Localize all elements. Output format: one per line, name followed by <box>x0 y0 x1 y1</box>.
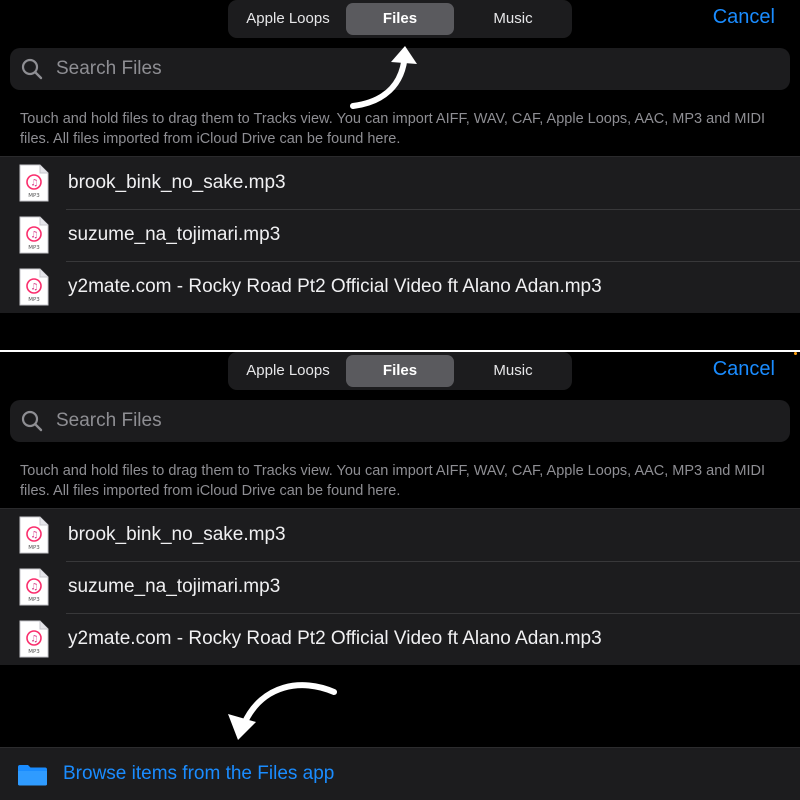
list-item[interactable]: ♫ MP3 brook_bink_no_sake.mp3 <box>0 509 800 561</box>
segmented-control: Apple Loops Files Music <box>228 352 572 390</box>
cancel-button[interactable]: Cancel <box>713 6 775 29</box>
tab-files[interactable]: Files <box>346 3 454 35</box>
mp3-badge: MP3 <box>28 597 40 603</box>
mp3-file-icon: ♫ MP3 <box>19 620 49 658</box>
mp3-file-icon: ♫ MP3 <box>19 516 49 554</box>
mp3-badge: MP3 <box>28 649 40 655</box>
file-name: brook_bink_no_sake.mp3 <box>68 172 286 193</box>
top-panel: Apple Loops Files Music Cancel Search Fi… <box>0 0 800 352</box>
search-icon <box>21 58 43 80</box>
mp3-file-icon: ♫ MP3 <box>19 568 49 606</box>
svg-text:♫: ♫ <box>30 179 38 189</box>
browse-label: Browse items from the Files app <box>63 763 335 784</box>
list-item[interactable]: ♫ MP3 suzume_na_tojimari.mp3 <box>0 209 800 261</box>
svg-text:♫: ♫ <box>30 283 38 293</box>
list-item[interactable]: ♫ MP3 suzume_na_tojimari.mp3 <box>0 561 800 613</box>
tab-music[interactable]: Music <box>458 355 568 387</box>
tab-apple-loops[interactable]: Apple Loops <box>232 3 344 35</box>
list-item[interactable]: ♫ MP3 y2mate.com - Rocky Road Pt2 Offici… <box>0 613 800 665</box>
tab-apple-loops[interactable]: Apple Loops <box>232 355 344 387</box>
mp3-badge: MP3 <box>28 297 40 303</box>
info-text: Touch and hold files to drag them to Tra… <box>20 111 765 147</box>
bottom-panel: Apple Loops Files Music Cancel Search Fi… <box>0 352 800 800</box>
svg-text:♫: ♫ <box>30 231 38 241</box>
svg-text:♫: ♫ <box>30 583 38 593</box>
tab-music[interactable]: Music <box>458 3 568 35</box>
file-name: suzume_na_tojimari.mp3 <box>68 224 281 245</box>
svg-text:♫: ♫ <box>30 531 38 541</box>
info-text: Touch and hold files to drag them to Tra… <box>20 463 765 499</box>
svg-text:♫: ♫ <box>30 635 38 645</box>
cancel-button[interactable]: Cancel <box>713 358 775 381</box>
mp3-badge: MP3 <box>28 545 40 551</box>
search-field[interactable]: Search Files <box>10 400 790 442</box>
file-name: suzume_na_tojimari.mp3 <box>68 576 281 597</box>
file-name: brook_bink_no_sake.mp3 <box>68 524 286 545</box>
mp3-badge: MP3 <box>28 193 40 199</box>
search-placeholder: Search Files <box>56 410 162 431</box>
tab-files[interactable]: Files <box>346 355 454 387</box>
mp3-badge: MP3 <box>28 245 40 251</box>
search-icon <box>21 410 43 432</box>
mp3-file-icon: ♫ MP3 <box>19 164 49 202</box>
file-list: ♫ MP3 brook_bink_no_sake.mp3 ♫ MP3 suzum… <box>0 156 800 313</box>
file-name: y2mate.com - Rocky Road Pt2 Official Vid… <box>68 276 602 297</box>
search-placeholder: Search Files <box>56 58 162 79</box>
status-dot <box>794 352 797 355</box>
file-list: ♫ MP3 brook_bink_no_sake.mp3 ♫ MP3 suzum… <box>0 508 800 665</box>
segmented-control: Apple Loops Files Music <box>228 0 572 38</box>
mp3-file-icon: ♫ MP3 <box>19 216 49 254</box>
mp3-file-icon: ♫ MP3 <box>19 268 49 306</box>
curved-arrow-up-icon <box>350 46 417 109</box>
list-item[interactable]: ♫ MP3 y2mate.com - Rocky Road Pt2 Offici… <box>0 261 800 313</box>
browse-files-app-button[interactable]: Browse items from the Files app <box>0 747 800 800</box>
curved-arrow-down-left-icon <box>228 682 337 740</box>
list-item[interactable]: ♫ MP3 brook_bink_no_sake.mp3 <box>0 157 800 209</box>
folder-icon <box>18 765 47 786</box>
file-name: y2mate.com - Rocky Road Pt2 Official Vid… <box>68 628 602 649</box>
